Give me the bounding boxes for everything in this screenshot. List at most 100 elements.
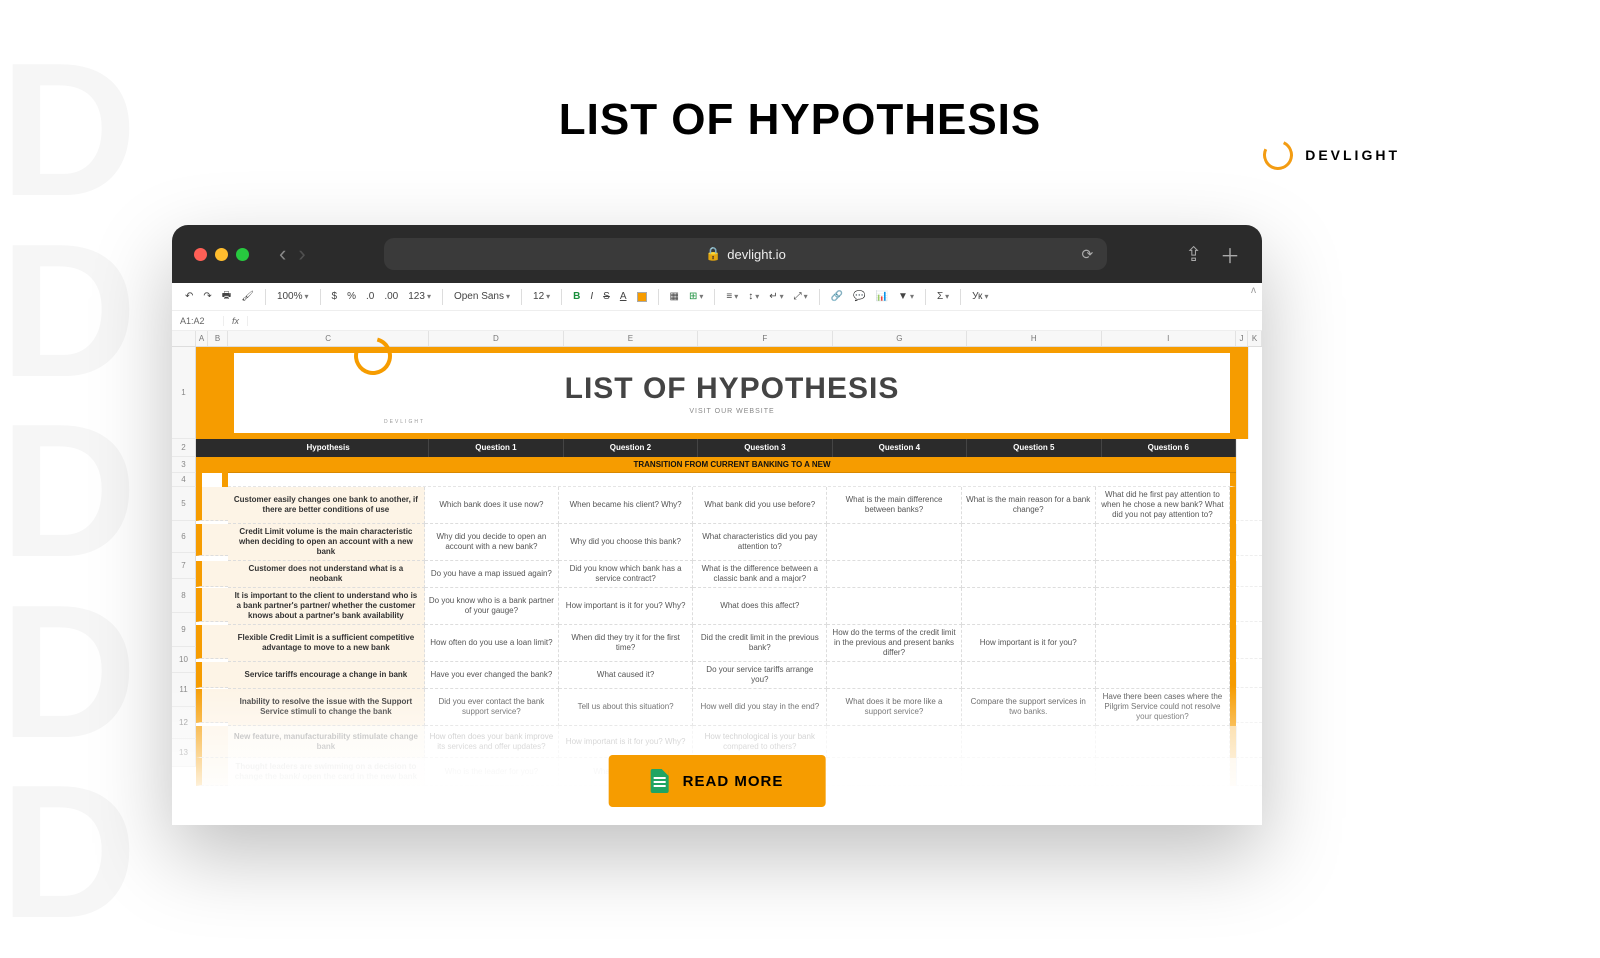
text-color-button[interactable]: A — [617, 289, 630, 304]
col-G[interactable]: G — [833, 331, 967, 346]
address-bar[interactable]: 🔒 devlight.io ⟳ — [384, 238, 1108, 270]
col-B[interactable]: B — [208, 331, 228, 346]
question-cell[interactable]: Tell us about this situation? — [559, 689, 693, 726]
question-cell[interactable]: How technological is your bank compared … — [693, 726, 827, 758]
hypothesis-cell[interactable]: Customer easily changes one bank to anot… — [228, 487, 425, 524]
row-2[interactable]: 2 — [172, 439, 196, 457]
col-J[interactable]: J — [1236, 331, 1248, 346]
chart-button[interactable]: 📊 — [873, 289, 891, 304]
filter-button[interactable]: ▼ — [895, 289, 917, 304]
minimize-window-button[interactable] — [215, 248, 228, 261]
row-6[interactable]: 6 — [172, 521, 196, 553]
comment-button[interactable]: 💬 — [850, 289, 868, 304]
hypothesis-cell[interactable]: Customer does not understand what is a n… — [228, 561, 425, 588]
row-3[interactable]: 3 — [172, 457, 196, 473]
italic-button[interactable]: I — [587, 289, 596, 304]
col-K[interactable]: K — [1248, 331, 1262, 346]
zoom-dropdown[interactable]: 100% — [274, 289, 312, 304]
question-cell[interactable]: Have you ever changed the bank? — [425, 662, 559, 689]
hypothesis-cell[interactable]: Inability to resolve the issue with the … — [228, 689, 425, 726]
question-cell[interactable]: How well did you stay in the end? — [693, 689, 827, 726]
question-cell[interactable]: Do you know who is a bank partner of you… — [425, 588, 559, 625]
question-cell[interactable] — [962, 758, 1096, 786]
rotate-button[interactable]: ⤢ — [791, 289, 811, 304]
question-cell[interactable] — [1096, 662, 1230, 689]
new-tab-button[interactable]: ＋ — [1220, 240, 1240, 269]
question-cell[interactable]: Why did you choose this bank? — [559, 524, 693, 561]
row-10[interactable]: 10 — [172, 647, 196, 673]
question-cell[interactable]: Do you have a map issued again? — [425, 561, 559, 588]
question-cell[interactable]: What is the main difference between bank… — [827, 487, 961, 524]
col-I[interactable]: I — [1102, 331, 1236, 346]
question-cell[interactable]: Did the credit limit in the previous ban… — [693, 625, 827, 662]
row-12[interactable]: 12 — [172, 707, 196, 739]
close-window-button[interactable] — [194, 248, 207, 261]
hypothesis-cell[interactable]: Credit Limit volume is the main characte… — [228, 524, 425, 561]
back-button[interactable]: ‹ — [279, 241, 286, 267]
decrease-decimal-button[interactable]: .0 — [363, 289, 377, 304]
question-cell[interactable] — [827, 726, 961, 758]
question-cell[interactable] — [1096, 588, 1230, 625]
question-cell[interactable]: Why did you decide to open an account wi… — [425, 524, 559, 561]
hypothesis-cell[interactable]: Thought leaders are swimming on a decisi… — [228, 758, 425, 786]
question-cell[interactable]: How important is it for you? — [962, 625, 1096, 662]
question-cell[interactable] — [827, 561, 961, 588]
redo-button[interactable]: ↷ — [200, 289, 214, 304]
hypothesis-cell[interactable]: Service tariffs encourage a change in ba… — [228, 662, 425, 689]
reload-button[interactable]: ⟳ — [1082, 246, 1094, 263]
question-cell[interactable]: How often do you use a loan limit? — [425, 625, 559, 662]
increase-decimal-button[interactable]: .00 — [381, 289, 401, 304]
question-cell[interactable] — [1096, 524, 1230, 561]
col-F[interactable]: F — [698, 331, 832, 346]
font-dropdown[interactable]: Open Sans — [451, 289, 513, 304]
currency-button[interactable]: $ — [329, 289, 341, 304]
question-cell[interactable] — [962, 662, 1096, 689]
question-cell[interactable]: What does it be more like a support serv… — [827, 689, 961, 726]
row-8[interactable]: 8 — [172, 579, 196, 613]
formula-input[interactable] — [248, 316, 1262, 326]
question-cell[interactable] — [1096, 625, 1230, 662]
print-button[interactable]: 🖶 — [219, 286, 234, 307]
question-cell[interactable]: How important is it for you? Why? — [559, 588, 693, 625]
hypothesis-cell[interactable]: Flexible Credit Limit is a sufficient co… — [228, 625, 425, 662]
question-cell[interactable]: Who is the leader for you? — [425, 758, 559, 786]
question-cell[interactable]: When did they try it for the first time? — [559, 625, 693, 662]
fill-color-button[interactable] — [634, 290, 650, 304]
format-number-dropdown[interactable]: 123 — [405, 289, 434, 304]
question-cell[interactable] — [962, 726, 1096, 758]
question-cell[interactable]: What did he first pay attention to when … — [1096, 487, 1230, 524]
question-cell[interactable]: Did you know which bank has a service co… — [559, 561, 693, 588]
col-H[interactable]: H — [967, 331, 1101, 346]
question-cell[interactable]: What characteristics did you pay attenti… — [693, 524, 827, 561]
question-cell[interactable] — [962, 524, 1096, 561]
percent-button[interactable]: % — [344, 289, 359, 304]
col-D[interactable]: D — [429, 331, 563, 346]
read-more-button[interactable]: READ MORE — [609, 755, 826, 807]
paint-format-button[interactable]: 🖌 — [238, 289, 257, 304]
font-size-dropdown[interactable]: 12 — [530, 289, 553, 304]
question-cell[interactable]: What caused it? — [559, 662, 693, 689]
functions-button[interactable]: Σ — [934, 289, 952, 304]
row-7[interactable]: 7 — [172, 553, 196, 579]
question-cell[interactable] — [962, 561, 1096, 588]
name-box[interactable]: A1:A2 — [172, 316, 224, 326]
input-tools-button[interactable]: Ук — [969, 289, 991, 304]
col-A[interactable]: A — [196, 331, 208, 346]
forward-button[interactable]: › — [298, 241, 305, 267]
question-cell[interactable]: What does this affect? — [693, 588, 827, 625]
question-cell[interactable]: Which bank does it use now? — [425, 487, 559, 524]
hypothesis-cell[interactable]: It is important to the client to underst… — [228, 588, 425, 625]
question-cell[interactable] — [827, 588, 961, 625]
row-11[interactable]: 11 — [172, 673, 196, 707]
question-cell[interactable]: What is the difference between a classic… — [693, 561, 827, 588]
merge-button[interactable]: ⊞ — [686, 289, 706, 304]
question-cell[interactable]: Have there been cases where the Pilgrim … — [1096, 689, 1230, 726]
question-cell[interactable]: What bank did you use before? — [693, 487, 827, 524]
question-cell[interactable]: Compare the support services in two bank… — [962, 689, 1096, 726]
share-icon[interactable]: ⇪ — [1185, 242, 1202, 267]
question-cell[interactable]: What is the main reason for a bank chang… — [962, 487, 1096, 524]
question-cell[interactable] — [1096, 726, 1230, 758]
col-C[interactable]: C — [228, 331, 429, 346]
row-4[interactable]: 4 — [172, 473, 196, 487]
row-13[interactable]: 13 — [172, 739, 196, 767]
